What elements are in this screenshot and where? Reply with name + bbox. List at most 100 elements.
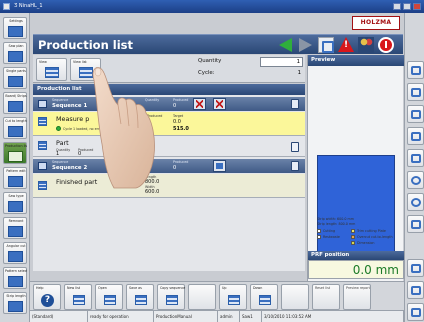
transfer-icon[interactable] [318, 37, 334, 53]
part-icon [38, 141, 47, 150]
legend-swatch [317, 235, 321, 239]
status-profile: (Standard) [30, 311, 88, 322]
open-icon [104, 295, 116, 305]
production-list-button[interactable]: Production list [3, 142, 27, 164]
reset-list-button[interactable]: Reset list [312, 284, 340, 310]
forward-arrow-icon[interactable] [299, 38, 312, 52]
save-as-button[interactable]: Save as [126, 284, 154, 310]
maximize-icon[interactable] [403, 3, 411, 10]
angular-cut-button[interactable]: Angular cut [3, 242, 27, 264]
status-mode: ProductionManual [154, 311, 218, 322]
legend-swatch [317, 229, 321, 233]
trash-icon[interactable] [291, 142, 299, 152]
record-icon [411, 198, 421, 207]
disc-icon [411, 176, 421, 185]
pattern-selection-icon [8, 276, 23, 287]
empty-button[interactable] [188, 284, 216, 310]
window-title: Ʒ NinaHL_1 [14, 3, 43, 9]
pattern-edit-button[interactable]: Pattern edit [3, 167, 27, 189]
list-view-icon [45, 67, 59, 78]
page-header: Production list [33, 34, 403, 54]
move-down-button[interactable]: Down [250, 284, 278, 310]
help-icon: ? [41, 294, 54, 307]
status-ok-icon [56, 126, 61, 131]
part-icon [38, 181, 47, 190]
new-list-icon [73, 295, 85, 305]
angular-cut-icon [8, 251, 23, 262]
sequence-icon [38, 100, 47, 108]
help-button[interactable]: Help? [33, 284, 61, 310]
quantity-input[interactable]: 1 [260, 57, 303, 67]
prf-position-title: PRF position [308, 251, 404, 260]
save-as-icon [135, 295, 147, 305]
status-user: admin [218, 311, 240, 322]
page-title: Production list [38, 38, 133, 52]
minimize-icon[interactable] [393, 3, 401, 10]
barcode-icon [411, 110, 421, 119]
cycle-value: 1 [297, 70, 301, 76]
production-list-icon [8, 151, 23, 162]
print-button[interactable] [407, 61, 424, 79]
open-button[interactable]: Open [95, 284, 123, 310]
move-down-icon [259, 295, 271, 305]
remnant-button[interactable]: Remnant [3, 217, 27, 239]
tools-button[interactable] [407, 303, 424, 321]
close-icon[interactable] [413, 3, 421, 10]
board-strips-icon [8, 101, 23, 112]
legend-swatch [351, 229, 355, 233]
sum-button[interactable] [407, 281, 424, 299]
disc-button[interactable] [407, 171, 424, 189]
window-titlebar: Ʒ NinaHL_1 [0, 0, 424, 13]
trash-icon[interactable] [291, 99, 299, 109]
pattern-edit-icon [8, 176, 23, 187]
preview-report-button[interactable]: Preview report [343, 284, 371, 310]
printer-2-button[interactable] [407, 215, 424, 233]
trash-icon[interactable] [291, 161, 299, 171]
single-parts-button[interactable]: Single parts [3, 67, 27, 89]
network-button[interactable] [407, 149, 424, 167]
delete-all-icon[interactable] [213, 98, 226, 110]
label-icon [411, 88, 421, 97]
copy-sequence-icon [166, 295, 178, 305]
move-up-button[interactable]: Up [219, 284, 247, 310]
copy-sequence-button[interactable]: Copy sequence [157, 284, 185, 310]
pattern-selection-button[interactable]: Pattern selection [3, 267, 27, 289]
saw-type-button[interactable]: Saw type [3, 192, 27, 214]
right-toolbar [404, 13, 424, 322]
saw-type-icon [8, 201, 23, 212]
strip-length-button[interactable]: Strip length [3, 292, 27, 314]
remnant-icon [8, 226, 23, 237]
part-name: Part [56, 139, 69, 147]
tools-icon [411, 308, 421, 317]
scan-button[interactable] [407, 259, 424, 277]
back-arrow-icon[interactable] [279, 38, 292, 52]
cut-to-length-button[interactable]: Cut to length [3, 117, 27, 139]
strip-width: Strip width: 600.0 mm [317, 217, 354, 221]
preview-title: Preview [308, 55, 404, 66]
machine-button[interactable] [407, 127, 424, 145]
part-icon [38, 117, 47, 126]
warning-icon[interactable] [338, 37, 354, 52]
settings-button[interactable]: Settings [3, 17, 27, 39]
strip-length-icon [8, 301, 23, 312]
bottom-toolbar: Help? New list Open Save as Copy sequenc… [30, 281, 404, 310]
board-icon[interactable] [213, 160, 226, 172]
prf-position-value: 0.0 mm [308, 260, 404, 279]
record-button[interactable] [407, 193, 424, 211]
saw-plan-icon [8, 51, 23, 62]
view-button[interactable]: View [36, 58, 67, 81]
saw-plan-button[interactable]: Saw plan [3, 42, 27, 64]
label-button[interactable] [407, 83, 424, 101]
status-machine: Saw1 [240, 311, 262, 322]
single-parts-icon [8, 76, 23, 87]
new-list-button[interactable]: New list [64, 284, 92, 310]
operators-icon[interactable] [358, 37, 374, 53]
production-list-title: Production list [37, 86, 82, 92]
board-strips-button[interactable]: Board/ Strips [3, 92, 27, 114]
app-icon [3, 3, 10, 10]
stop-icon[interactable] [378, 37, 394, 53]
delete-cycle-icon[interactable] [193, 98, 206, 110]
barcode-button[interactable] [407, 105, 424, 123]
holzma-logo: HOLZMA [352, 16, 400, 30]
empty-button[interactable] [281, 284, 309, 310]
